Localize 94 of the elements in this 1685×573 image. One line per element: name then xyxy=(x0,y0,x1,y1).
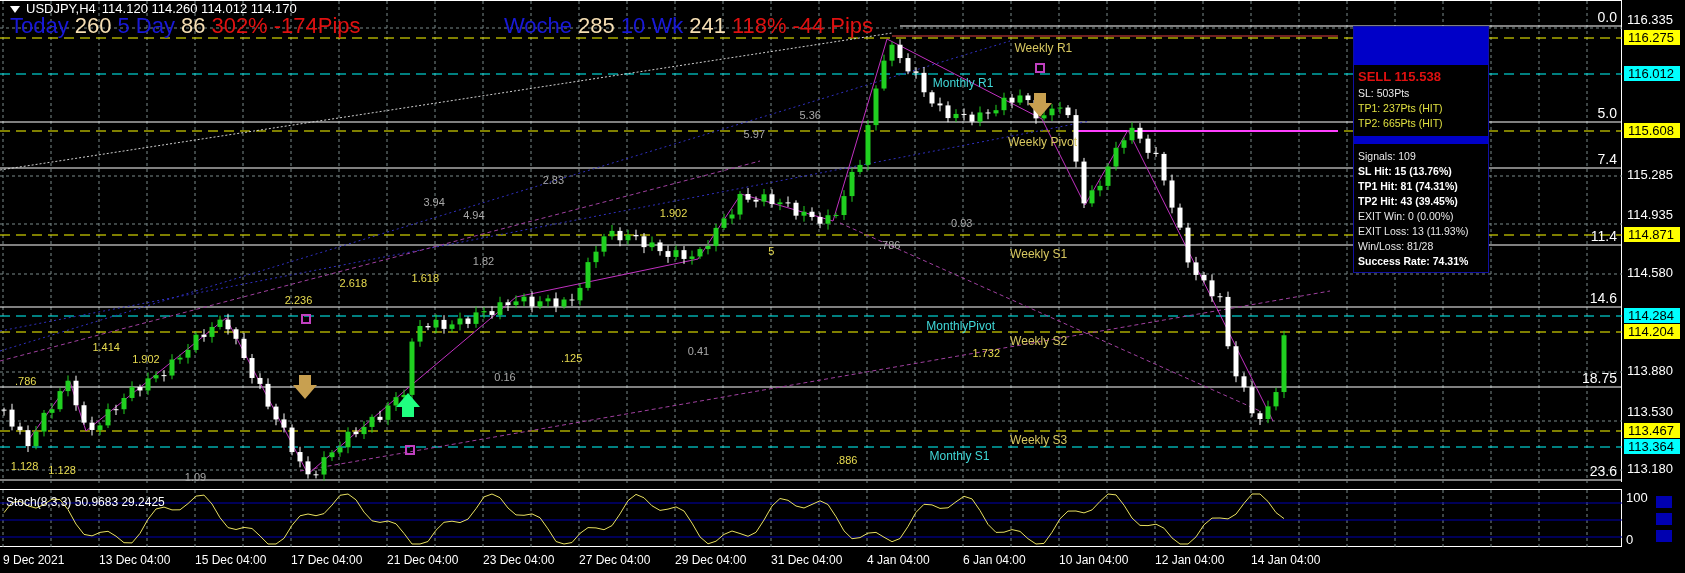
price-level-tag: 114.204 xyxy=(1624,324,1680,339)
stats-line: Signals: 109 xyxy=(1358,149,1417,164)
stats-text: 5 Day xyxy=(117,16,175,36)
price-level-tag: 115.608 xyxy=(1624,123,1680,138)
price-level-tag: 113.467 xyxy=(1624,423,1680,438)
stats-line: Win/Loss: 81/28 xyxy=(1358,239,1435,254)
price-level-tag: 114.284 xyxy=(1624,308,1680,323)
stats-line: EXIT Win: 0 (0.00%) xyxy=(1358,209,1455,224)
time-label: 21 Dec 04:00 xyxy=(387,553,460,567)
ratio-label: 0.41 xyxy=(687,344,710,359)
ratio-label: 1.902 xyxy=(659,205,688,220)
time-label: 31 Dec 04:00 xyxy=(771,553,844,567)
time-label: 4 Jan 04:00 xyxy=(867,553,931,567)
stats-text: Woche xyxy=(504,16,573,36)
ratio-label: 1.128 xyxy=(10,459,39,474)
ratio-label: 4.94 xyxy=(463,207,485,222)
fib-level-label: 18.75 xyxy=(1581,371,1617,386)
ratio-label: 5 xyxy=(768,244,775,259)
fib-level-label: 23.6 xyxy=(1589,464,1617,479)
ratio-label: .125 xyxy=(560,350,583,365)
ratio-label: 0.16 xyxy=(494,370,516,385)
time-label: 12 Jan 04:00 xyxy=(1155,553,1226,567)
pivot-label: Weekly S1 xyxy=(1010,246,1068,262)
take-profit-text: TP2: 665Pts (HIT) xyxy=(1358,116,1444,131)
stats-line: TP1 Hit: 81 (74.31%) xyxy=(1358,179,1459,194)
pivot-label: Weekly S3 xyxy=(1010,432,1068,448)
price-tick: 115.285 xyxy=(1627,168,1674,182)
stats-text: Today xyxy=(10,16,69,36)
time-label: 17 Dec 04:00 xyxy=(291,553,364,567)
stats-text: -44 xyxy=(792,16,825,36)
fib-level-label: 7.4 xyxy=(1597,152,1617,167)
ratio-label: 1.82 xyxy=(472,254,495,269)
time-label: 27 Dec 04:00 xyxy=(579,553,652,567)
symbol-label: USDJPY,H4 xyxy=(26,2,96,16)
time-label: 10 Jan 04:00 xyxy=(1059,553,1130,567)
price-tick: 116.335 xyxy=(1627,13,1674,27)
ratio-label: .786 xyxy=(15,374,37,389)
price-tick: 113.530 xyxy=(1627,405,1674,419)
stats-text: 241 xyxy=(689,16,726,36)
time-label: 29 Dec 04:00 xyxy=(675,553,748,567)
pivot-label: Weekly S2 xyxy=(1010,333,1068,349)
signal-text: SELL 115.538 xyxy=(1358,68,1442,86)
stats-line: Success Rate: 74.31% xyxy=(1358,254,1470,269)
time-label: 9 Dec 2021 xyxy=(3,553,66,567)
time-label: 14 Jan 04:00 xyxy=(1251,553,1322,567)
stats-text: 302% xyxy=(211,16,268,36)
ratio-label: 1.128 xyxy=(48,462,76,477)
price-level-tag: 113.364 xyxy=(1624,439,1680,454)
pivot-label: Weekly R1 xyxy=(1014,41,1073,57)
scale-label: 100 xyxy=(1626,491,1648,505)
stats-text: 10 Wk xyxy=(620,16,684,36)
ratio-label: 0.93 xyxy=(951,216,973,231)
stats-text: 260 xyxy=(74,16,112,36)
scale-label: 0 xyxy=(1626,533,1634,547)
stats-text: 86 xyxy=(180,16,206,36)
fib-level-label: 11.4 xyxy=(1590,229,1617,244)
fib-level-label: 0.0 xyxy=(1597,10,1617,25)
stats-line: TP2 Hit: 43 (39.45%) xyxy=(1358,194,1459,209)
ratio-label: 2.83 xyxy=(542,173,565,188)
price-tick: 113.880 xyxy=(1627,364,1674,378)
price-tick: 114.580 xyxy=(1627,266,1674,280)
ratio-label: 1.902 xyxy=(132,351,160,366)
ratio-label: 5.36 xyxy=(799,107,821,122)
time-label: 6 Jan 04:00 xyxy=(963,553,1027,567)
time-label: 23 Dec 04:00 xyxy=(483,553,556,567)
price-level-tag: 116.275 xyxy=(1624,30,1680,45)
ratio-label: 5.97 xyxy=(743,127,766,142)
take-profit-text: TP1: 237Pts (HIT) xyxy=(1358,101,1444,116)
fib-level-label: 14.6 xyxy=(1589,291,1617,306)
pivot-label: MonthlyPivot xyxy=(926,318,995,334)
ohlc-values: 114.120 114.260 114.012 114.170 xyxy=(101,2,297,16)
time-label: 15 Dec 04:00 xyxy=(195,553,268,567)
time-label: 13 Dec 04:00 xyxy=(99,553,172,567)
stats-line: SL Hit: 15 (13.76%) xyxy=(1358,164,1453,179)
ratio-label: 2.236 xyxy=(284,292,313,307)
price-level-tag: 114.871 xyxy=(1624,227,1680,242)
pivot-label: Monthly R1 xyxy=(932,75,994,91)
ratio-label: 1.732 xyxy=(972,346,1001,361)
price-level-tag: 116.012 xyxy=(1624,66,1680,81)
pivot-label: Monthly S1 xyxy=(929,448,990,464)
ratio-label: 3.94 xyxy=(423,194,445,209)
stats-text: 118% xyxy=(731,16,787,36)
stats-text: -174Pips xyxy=(273,16,361,36)
price-tick: 113.180 xyxy=(1627,462,1674,476)
stats-line: EXIT Loss: 13 (11.93%) xyxy=(1358,224,1470,239)
price-tick: 114.935 xyxy=(1627,208,1674,222)
ratio-label: .886 xyxy=(836,452,858,467)
ratio-label: 2.618 xyxy=(339,275,368,290)
stop-loss-text: SL: 503Pts xyxy=(1358,86,1411,101)
ratio-label: 1.414 xyxy=(92,340,120,354)
stats-text: 285 xyxy=(578,16,615,36)
stats-text: Pips xyxy=(830,16,874,36)
fib-level-label: 5.0 xyxy=(1597,106,1617,121)
ratio-label: 1.618 xyxy=(411,271,440,286)
